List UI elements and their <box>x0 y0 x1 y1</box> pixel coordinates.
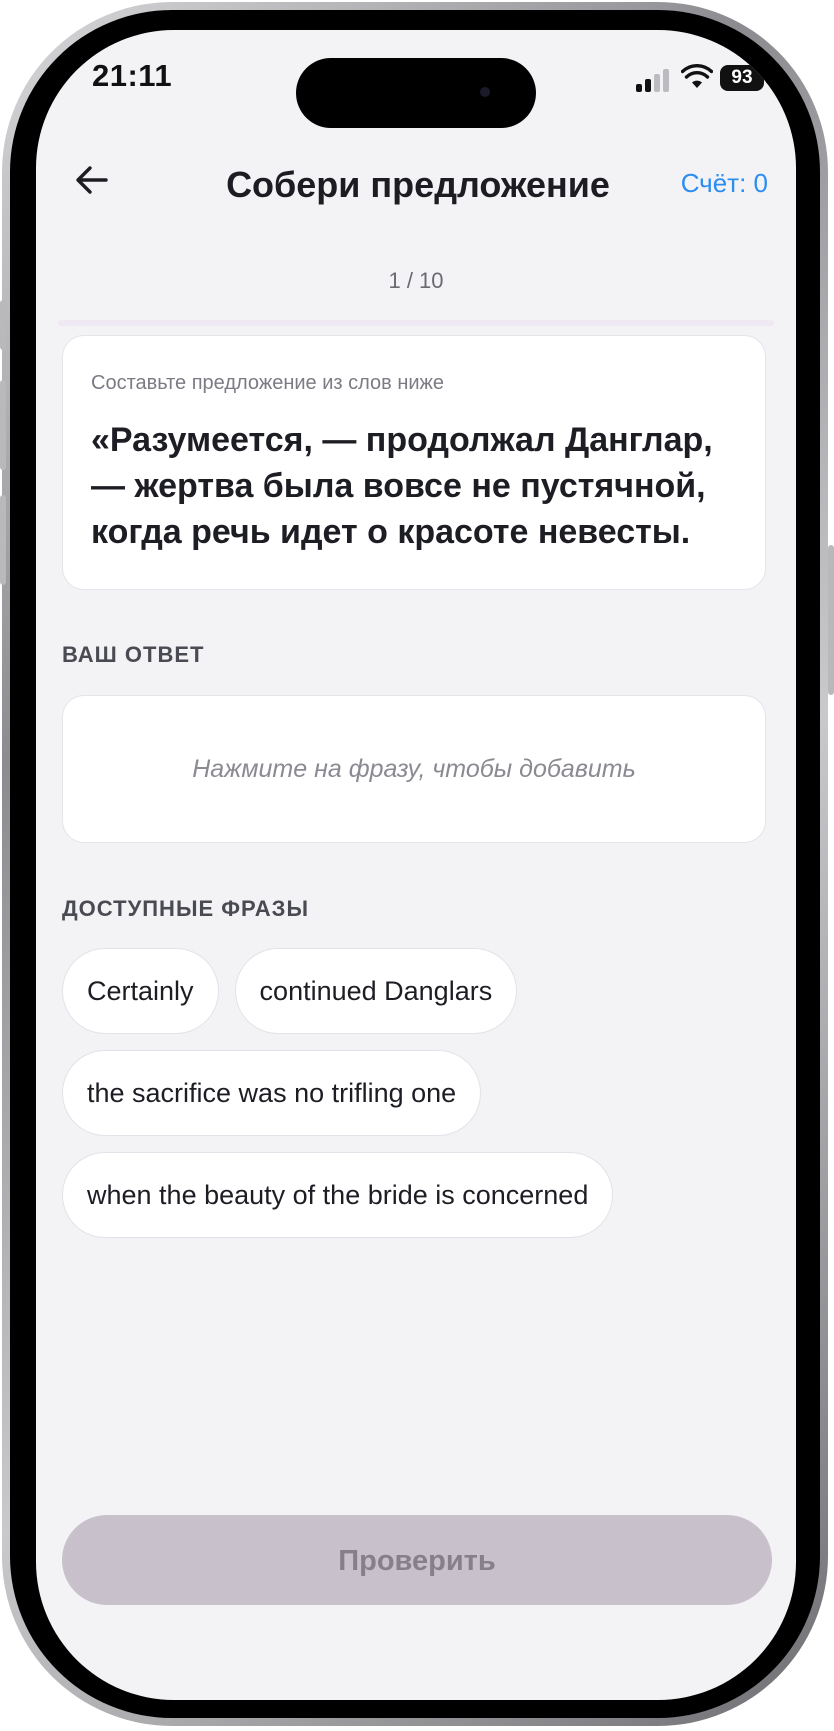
camera-icon <box>480 87 490 97</box>
answer-section-label: ВАШ ОТВЕТ <box>62 642 205 667</box>
check-button[interactable]: Проверить <box>62 1515 772 1605</box>
power-button <box>828 545 834 695</box>
status-time: 21:11 <box>92 58 173 93</box>
battery-tip <box>766 73 770 83</box>
prompt-card: Составьте предложение из слов ниже «Разу… <box>62 335 766 590</box>
battery-indicator: 93 <box>720 65 764 91</box>
phrases-section-label: ДОСТУПНЫЕ ФРАЗЫ <box>62 896 309 921</box>
back-arrow-icon[interactable] <box>72 160 112 200</box>
progress-counter: 1 / 10 <box>388 268 444 293</box>
progress-divider <box>58 320 774 326</box>
phrase-chip[interactable]: Certainly <box>62 948 219 1034</box>
wifi-icon <box>681 64 713 88</box>
prompt-hint: Составьте предложение из слов ниже <box>91 372 445 394</box>
chip-row: the sacrifice was no trifling one <box>62 1050 772 1136</box>
volume-down-button <box>0 495 6 585</box>
screen: 21:11 93 Собери предложение Счёт: 0 1 / … <box>36 30 796 1700</box>
phrase-chip[interactable]: continued Danglars <box>234 948 518 1034</box>
chip-row: Certainly continued Danglars <box>62 948 772 1034</box>
page-title: Собери предложение <box>226 164 610 205</box>
phrase-chip-list: Certainly continued Danglars the sacrifi… <box>62 948 772 1254</box>
phrase-chip[interactable]: the sacrifice was no trifling one <box>62 1050 482 1136</box>
score-counter[interactable]: Счёт: 0 <box>681 168 768 199</box>
cellular-signal-icon <box>636 68 672 92</box>
prompt-sentence: «Разумеется, — продолжал Данглар, — жерт… <box>91 421 713 551</box>
action-button <box>0 300 6 350</box>
answer-placeholder: Нажмите на фразу, чтобы добавить <box>192 754 636 783</box>
answer-dropzone[interactable]: Нажмите на фразу, чтобы добавить <box>62 695 766 843</box>
dynamic-island <box>296 58 536 128</box>
phrase-chip[interactable]: when the beauty of the bride is concerne… <box>62 1152 614 1238</box>
volume-up-button <box>0 380 6 470</box>
chip-row: when the beauty of the bride is concerne… <box>62 1152 772 1238</box>
